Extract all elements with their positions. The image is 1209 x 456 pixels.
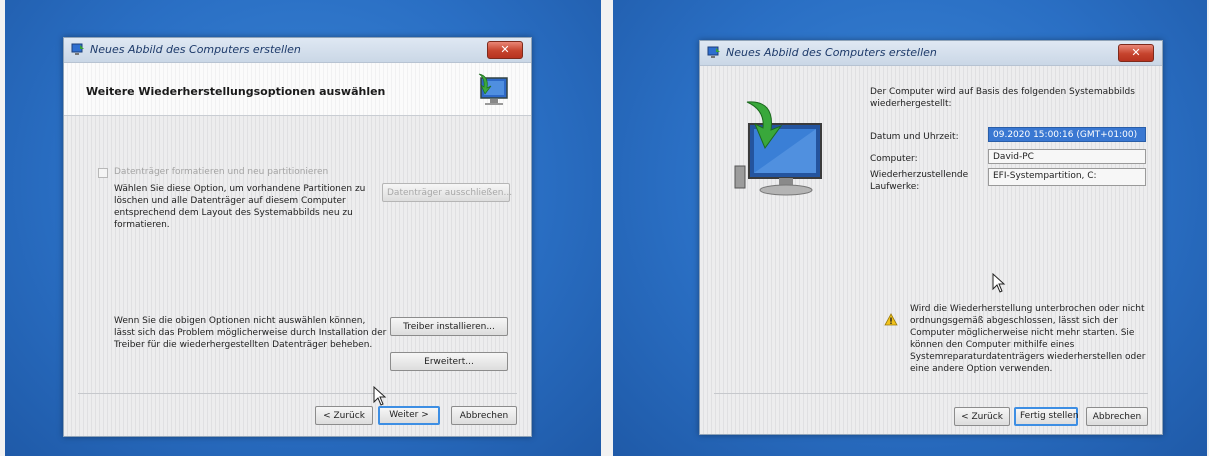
finish-button[interactable]: Fertig stellen	[1014, 407, 1079, 426]
warning-line: können den Computer mithilfe eines	[910, 340, 1075, 350]
detail-label-drives: Wiederherzustellende	[870, 170, 969, 180]
install-drivers-button[interactable]: Treiber installieren...	[390, 317, 508, 336]
exclude-disks-button[interactable]: Datenträger ausschließen...	[382, 183, 512, 202]
system-image-icon	[478, 73, 508, 105]
system-image-icon	[734, 101, 822, 196]
left-photo: Neues Abbild des Computers erstellen ✕ W…	[5, 0, 601, 456]
intro-line: wiederhergestellt:	[870, 99, 952, 109]
app-icon	[71, 43, 84, 55]
titlebar: Neues Abbild des Computers erstellen ✕	[64, 38, 531, 63]
advanced-button[interactable]: Erweitert...	[390, 352, 508, 371]
format-checkbox[interactable]	[98, 168, 108, 178]
back-button[interactable]: < Zurück	[954, 407, 1010, 426]
warning-icon	[884, 313, 898, 326]
confirm-restore-dialog: Neues Abbild des Computers erstellen ✕ D…	[699, 40, 1163, 435]
warning-line: ordnungsgemäß abgeschlossen, lässt sich …	[910, 316, 1118, 326]
mouse-cursor-icon	[992, 273, 1006, 293]
mouse-cursor-icon	[373, 386, 387, 406]
warning-line: Wird die Wiederherstellung unterbrochen …	[910, 304, 1145, 314]
warning-line: Systemreparaturdatenträgers wiederherste…	[910, 352, 1146, 362]
cancel-button[interactable]: Abbrechen	[1086, 407, 1148, 426]
driver-description-line: Wenn Sie die obigen Optionen nicht auswä…	[114, 316, 366, 326]
driver-description-line: lässt sich das Problem möglicherweise du…	[114, 328, 387, 338]
header-band: Weitere Wiederherstellungsoptionen auswä…	[64, 63, 531, 116]
restore-options-dialog: Neues Abbild des Computers erstellen ✕ W…	[63, 37, 532, 437]
close-button[interactable]: ✕	[487, 41, 523, 59]
detail-label-date: Datum und Uhrzeit:	[870, 132, 959, 142]
right-photo: Neues Abbild des Computers erstellen ✕ D…	[613, 0, 1207, 456]
next-button[interactable]: Weiter >	[378, 406, 440, 425]
app-icon	[707, 46, 720, 58]
detail-label-computer: Computer:	[870, 154, 918, 164]
window-title: Neues Abbild des Computers erstellen	[90, 43, 301, 56]
page-heading: Weitere Wiederherstellungsoptionen auswä…	[86, 85, 386, 98]
warning-line: Computer möglicherweise nicht mehr start…	[910, 328, 1135, 338]
format-description-line: löschen und alle Datenträger auf diesem …	[114, 196, 346, 206]
window-title: Neues Abbild des Computers erstellen	[726, 46, 937, 59]
format-description-line: Wählen Sie diese Option, um vorhandene P…	[114, 184, 366, 194]
cancel-button[interactable]: Abbrechen	[451, 406, 517, 425]
back-button[interactable]: < Zurück	[315, 406, 373, 425]
format-checkbox-label: Datenträger formatieren und neu partitio…	[114, 167, 329, 177]
detail-value-drives: EFI-Systempartition, C:	[988, 168, 1146, 186]
footer-divider	[78, 393, 517, 394]
detail-value-computer: David-PC	[988, 149, 1146, 164]
driver-description-line: Treiber für die wiederhergestellten Date…	[114, 340, 373, 350]
warning-line: eine andere Option verwenden.	[910, 364, 1053, 374]
format-description-line: entsprechend dem Layout des Systemabbild…	[114, 208, 353, 218]
detail-label-drives: Laufwerke:	[870, 182, 920, 192]
intro-line: Der Computer wird auf Basis des folgende…	[870, 87, 1135, 97]
close-button[interactable]: ✕	[1118, 44, 1154, 62]
format-description-line: formatieren.	[114, 220, 170, 230]
titlebar: Neues Abbild des Computers erstellen ✕	[700, 41, 1162, 66]
detail-value-date[interactable]: 09.2020 15:00:16 (GMT+01:00)	[988, 127, 1146, 142]
footer-divider	[714, 393, 1148, 394]
